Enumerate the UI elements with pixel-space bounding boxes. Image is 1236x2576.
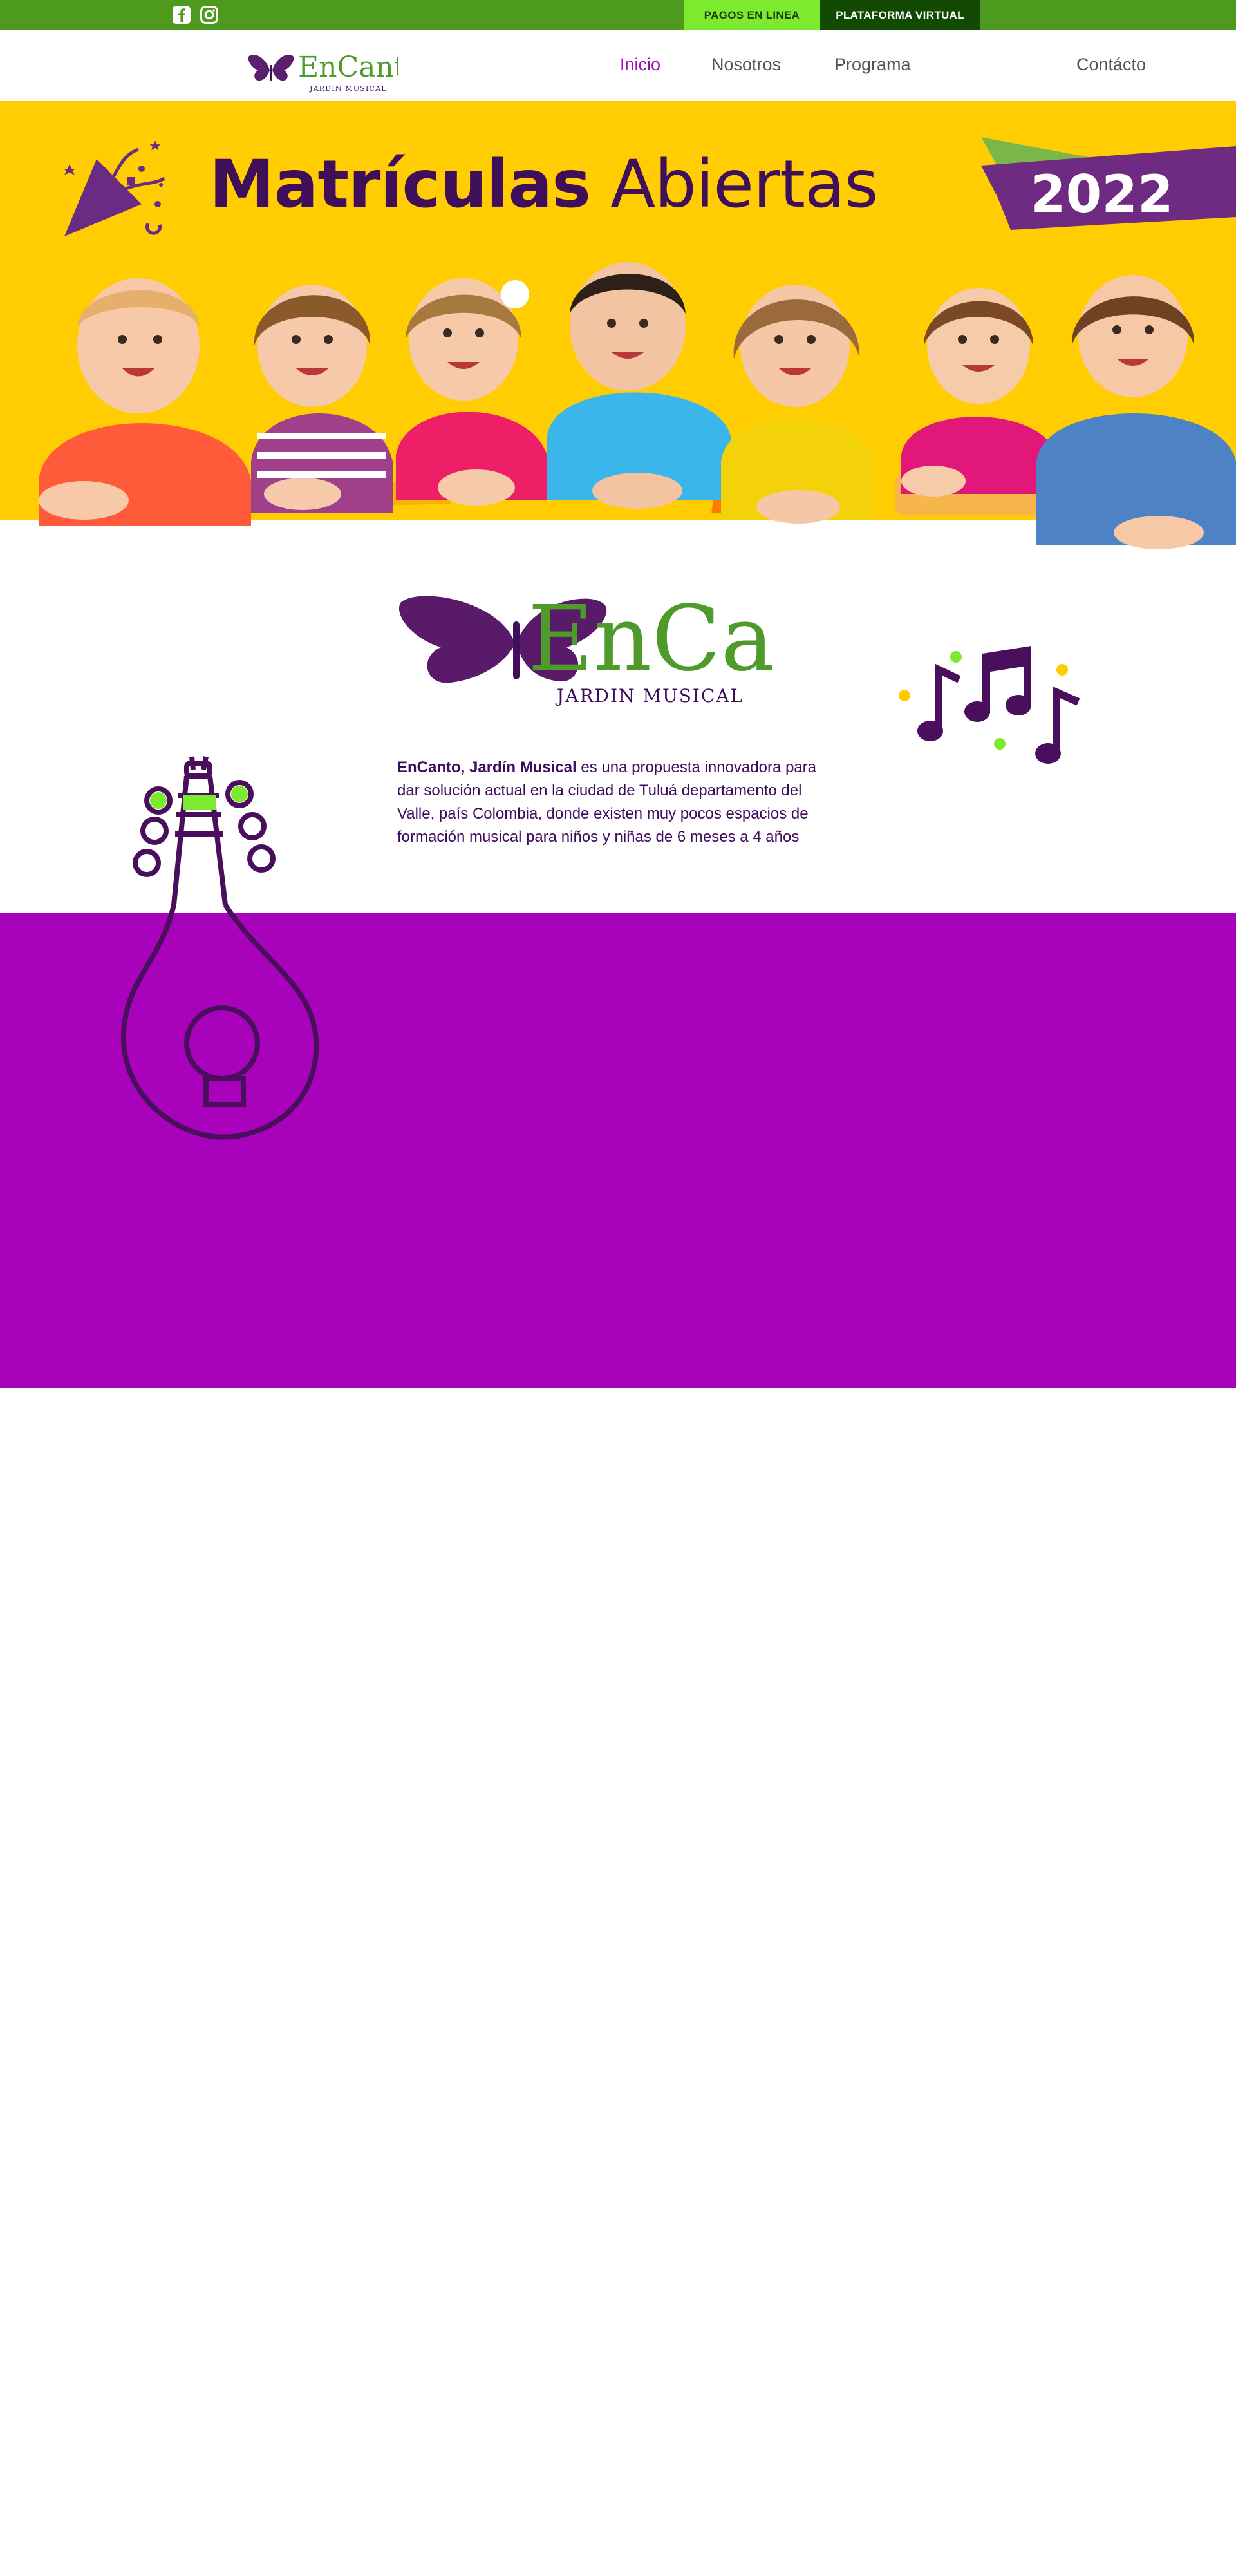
- intro-description: EnCanto, Jardín Musical es una propuesta…: [397, 756, 841, 849]
- facebook-icon[interactable]: [172, 5, 191, 24]
- online-payments-button[interactable]: PAGOS EN LINEA: [684, 0, 820, 30]
- year-label: 2022: [1030, 164, 1174, 224]
- site-header: EnCanto JARDIN MUSICAL Inicio Nosotros P…: [0, 30, 1236, 101]
- hero-title-light: Abiertas: [610, 146, 878, 223]
- hero-title-bold: Matrículas: [209, 146, 591, 223]
- instagram-icon[interactable]: [200, 5, 219, 24]
- intro-name-bold: EnCanto, Jardín Musical: [397, 759, 577, 776]
- party-popper-icon: [63, 140, 165, 236]
- top-bar: PAGOS EN LINEA PLATAFORMA VIRTUAL: [0, 0, 1236, 30]
- intro-wordmark: EnCanto: [528, 587, 772, 692]
- site-logo[interactable]: EnCanto JARDIN MUSICAL: [247, 39, 398, 96]
- music-notes-icon: [899, 646, 1080, 764]
- logo-wordmark: EnCanto: [298, 51, 398, 84]
- guitar-icon: [120, 756, 319, 1140]
- nav-item-inicio[interactable]: Inicio: [620, 55, 660, 75]
- children-photo: [39, 262, 1236, 549]
- hero-title: Matrículas Abiertas: [209, 146, 879, 223]
- logo-subtitle: JARDIN MUSICAL: [309, 84, 387, 93]
- hero-banner: Matrículas Abiertas 2022: [0, 101, 1236, 576]
- intro-logo: EnCanto JARDIN MUSICAL: [398, 587, 772, 706]
- intro-logo-subtitle: JARDIN MUSICAL: [555, 685, 744, 706]
- nav-item-programa[interactable]: Programa: [834, 55, 911, 75]
- nav-item-contacto[interactable]: Contácto: [1076, 55, 1146, 75]
- nav-item-nosotros[interactable]: Nosotros: [711, 55, 781, 75]
- butterfly-icon: [248, 55, 294, 81]
- virtual-platform-button[interactable]: PLATAFORMA VIRTUAL: [820, 0, 980, 30]
